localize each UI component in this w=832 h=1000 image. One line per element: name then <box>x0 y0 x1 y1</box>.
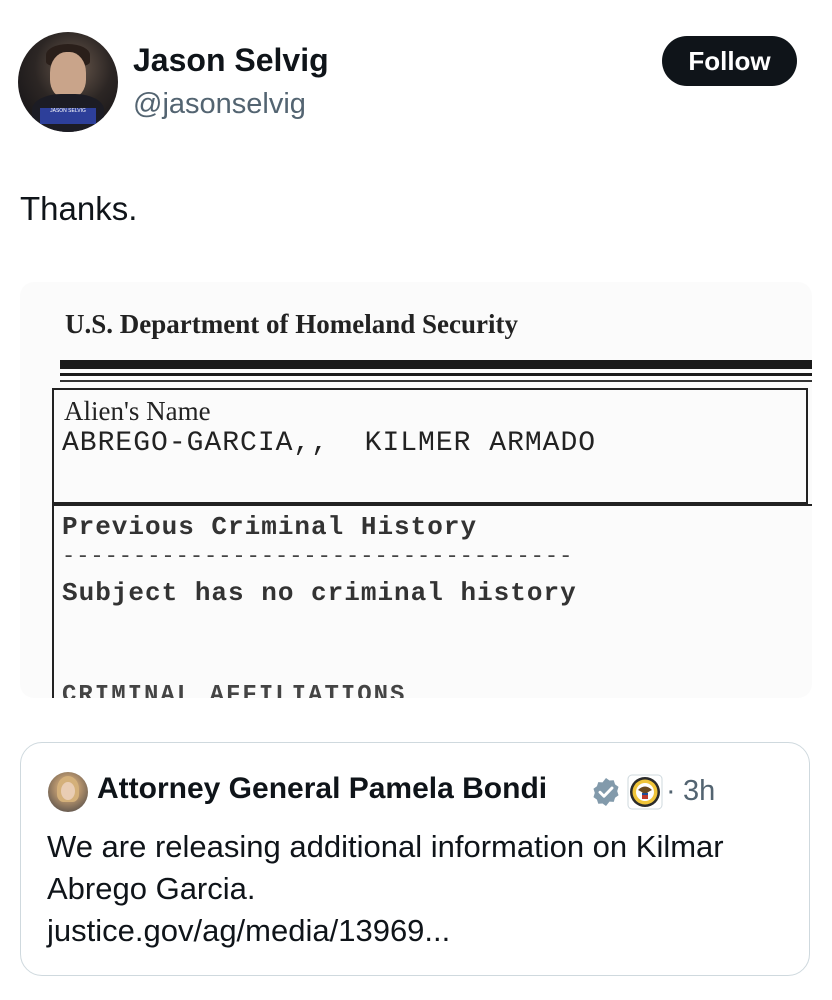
quoted-author-avatar[interactable] <box>48 772 88 812</box>
name-value: ABREGO-GARCIA,, KILMER ARMADO <box>62 428 597 459</box>
document-rule <box>52 680 54 698</box>
quoted-tweet-link[interactable]: justice.gov/ag/media/13969... <box>47 913 450 948</box>
document-rule <box>60 373 812 376</box>
author-name[interactable]: Jason Selvig <box>133 42 329 79</box>
quoted-tweet-time[interactable]: 3h <box>683 775 715 808</box>
time-separator: · <box>666 775 676 807</box>
history-label: Previous Criminal History <box>62 512 478 542</box>
author-handle[interactable]: @jasonselvig <box>133 88 306 121</box>
verified-badge-icon <box>593 778 619 806</box>
attached-document-image[interactable]: U.S. Department of Homeland Security Ali… <box>20 282 812 698</box>
tweet-text: Thanks. <box>20 190 138 227</box>
follow-button[interactable]: Follow <box>662 36 797 86</box>
history-separator: ------------------------------------ <box>62 544 574 569</box>
avatar-banner: JASON SELVIG <box>40 108 96 124</box>
quoted-avatar-face <box>61 782 75 800</box>
next-section-label: CRIMINAL AFFILIATIONS <box>62 682 407 698</box>
document-rule <box>60 360 812 369</box>
document-header: U.S. Department of Homeland Security <box>65 309 518 339</box>
quoted-author-name[interactable]: Attorney General Pamela Bondi <box>97 772 547 806</box>
doj-seal-icon <box>627 774 663 810</box>
quoted-tweet-text: We are releasing additional information … <box>47 826 787 952</box>
author-avatar[interactable]: JASON SELVIG <box>18 32 118 132</box>
history-value: Subject has no criminal history <box>62 578 577 608</box>
avatar-face <box>50 52 86 98</box>
quoted-tweet-body: We are releasing additional information … <box>47 829 724 906</box>
name-label: Alien's Name <box>64 396 211 426</box>
document-rule <box>60 380 812 382</box>
